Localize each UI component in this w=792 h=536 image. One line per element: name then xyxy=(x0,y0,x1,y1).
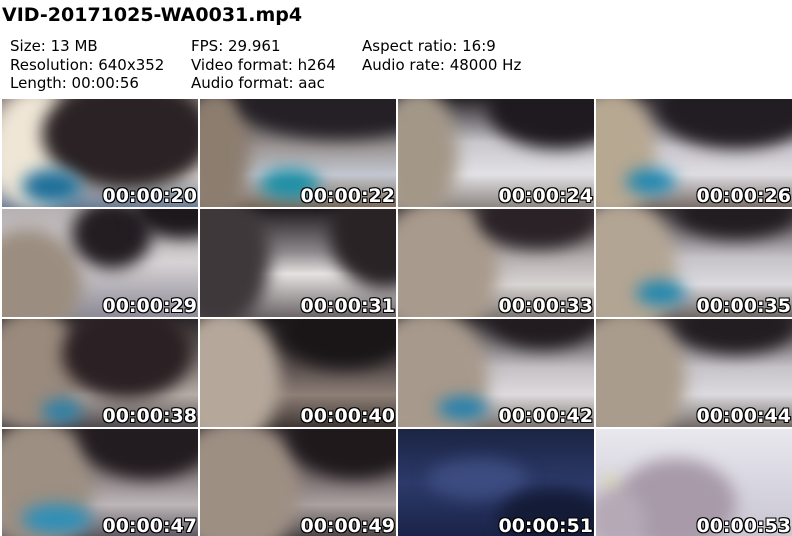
timestamp-label: 00:00:22 xyxy=(300,185,395,207)
timestamp-label: 00:00:38 xyxy=(102,405,197,427)
video-thumbnail[interactable]: 00:00:40 xyxy=(200,319,396,427)
video-thumbnail[interactable]: 00:00:53 xyxy=(596,429,792,536)
fps-text: FPS: 29.961 xyxy=(191,37,281,55)
audio-rate-text: Audio rate: 48000 Hz xyxy=(362,55,522,74)
timestamp-label: 00:00:31 xyxy=(300,295,395,317)
frame-shape xyxy=(22,169,82,204)
video-thumbnail[interactable]: 00:00:51 xyxy=(398,429,594,536)
frame-shape xyxy=(200,209,270,317)
timestamp-label: 00:00:20 xyxy=(102,185,197,207)
video-thumbnail[interactable]: 00:00:22 xyxy=(200,99,396,207)
timestamp-label: 00:00:49 xyxy=(300,515,395,536)
timestamp-label: 00:00:26 xyxy=(696,185,791,207)
video-thumbnail[interactable]: 00:00:38 xyxy=(2,319,198,427)
info-column-2: FPS: 29.961 Video format: h264 Audio for… xyxy=(191,37,336,93)
thumbnail-grid: 00:00:20 00:00:22 00:00:24 00:00:26 00:00:29… xyxy=(2,99,792,536)
timestamp-label: 00:00:47 xyxy=(102,515,197,536)
timestamp-label: 00:00:40 xyxy=(300,405,395,427)
frame-shape xyxy=(240,99,396,139)
frame-shape xyxy=(290,429,396,479)
frame-shape xyxy=(676,319,792,354)
frame-shape xyxy=(596,319,686,427)
frame-shape xyxy=(606,477,614,485)
video-thumbnail[interactable]: 00:00:35 xyxy=(596,209,792,317)
file-title: VID-20171025-WA0031.mp4 xyxy=(2,4,303,26)
frame-shape xyxy=(42,399,82,423)
video-thumbnail[interactable]: 00:00:47 xyxy=(2,429,198,536)
timestamp-label: 00:00:42 xyxy=(498,405,593,427)
length-text: Length: 00:00:56 xyxy=(10,74,139,92)
timestamp-label: 00:00:24 xyxy=(498,185,593,207)
resolution-text: Resolution: 640x352 xyxy=(10,55,165,74)
frame-shape xyxy=(478,209,594,249)
video-format-text: Video format: h264 xyxy=(191,55,336,74)
video-thumbnail[interactable]: 00:00:26 xyxy=(596,99,792,207)
timestamp-label: 00:00:53 xyxy=(696,515,791,536)
timestamp-label: 00:00:35 xyxy=(696,295,791,317)
video-thumbnail[interactable]: 00:00:29 xyxy=(2,209,198,317)
frame-shape xyxy=(200,429,300,536)
aspect-ratio-text: Aspect ratio: 16:9 xyxy=(362,37,496,55)
audio-format-text: Audio format: aac xyxy=(191,74,325,92)
frame-shape xyxy=(330,209,396,289)
frame-shape xyxy=(82,429,198,479)
timestamp-label: 00:00:33 xyxy=(498,295,593,317)
frame-shape xyxy=(428,459,528,499)
timestamp-label: 00:00:51 xyxy=(498,515,593,536)
frame-shape xyxy=(488,99,594,149)
frame-shape xyxy=(656,99,792,149)
timestamp-label: 00:00:44 xyxy=(696,405,791,427)
size-text: Size: 13 MB xyxy=(10,37,98,55)
video-thumbnail[interactable]: 00:00:44 xyxy=(596,319,792,427)
info-column-3: Aspect ratio: 16:9 Audio rate: 48000 Hz xyxy=(362,37,521,74)
frame-shape xyxy=(280,319,396,369)
video-thumbnail[interactable]: 00:00:42 xyxy=(398,319,594,427)
frame-shape xyxy=(488,319,594,349)
video-thumbnail[interactable]: 00:00:33 xyxy=(398,209,594,317)
video-thumbnail[interactable]: 00:00:20 xyxy=(2,99,198,207)
frame-shape xyxy=(62,319,192,399)
frame-shape xyxy=(626,169,676,194)
frame-shape xyxy=(398,99,458,207)
frame-shape xyxy=(200,99,250,207)
info-column-1: Size: 13 MB Resolution: 640x352 Length: … xyxy=(10,37,164,93)
frame-shape xyxy=(676,209,792,239)
frame-shape xyxy=(22,504,92,534)
frame-shape xyxy=(200,319,280,427)
video-thumbnail[interactable]: 00:00:49 xyxy=(200,429,396,536)
frame-shape xyxy=(2,229,82,317)
timestamp-label: 00:00:29 xyxy=(102,295,197,317)
video-thumbnail[interactable]: 00:00:31 xyxy=(200,209,396,317)
video-thumbnail[interactable]: 00:00:24 xyxy=(398,99,594,207)
frame-shape xyxy=(636,281,686,305)
frame-shape xyxy=(438,397,488,419)
